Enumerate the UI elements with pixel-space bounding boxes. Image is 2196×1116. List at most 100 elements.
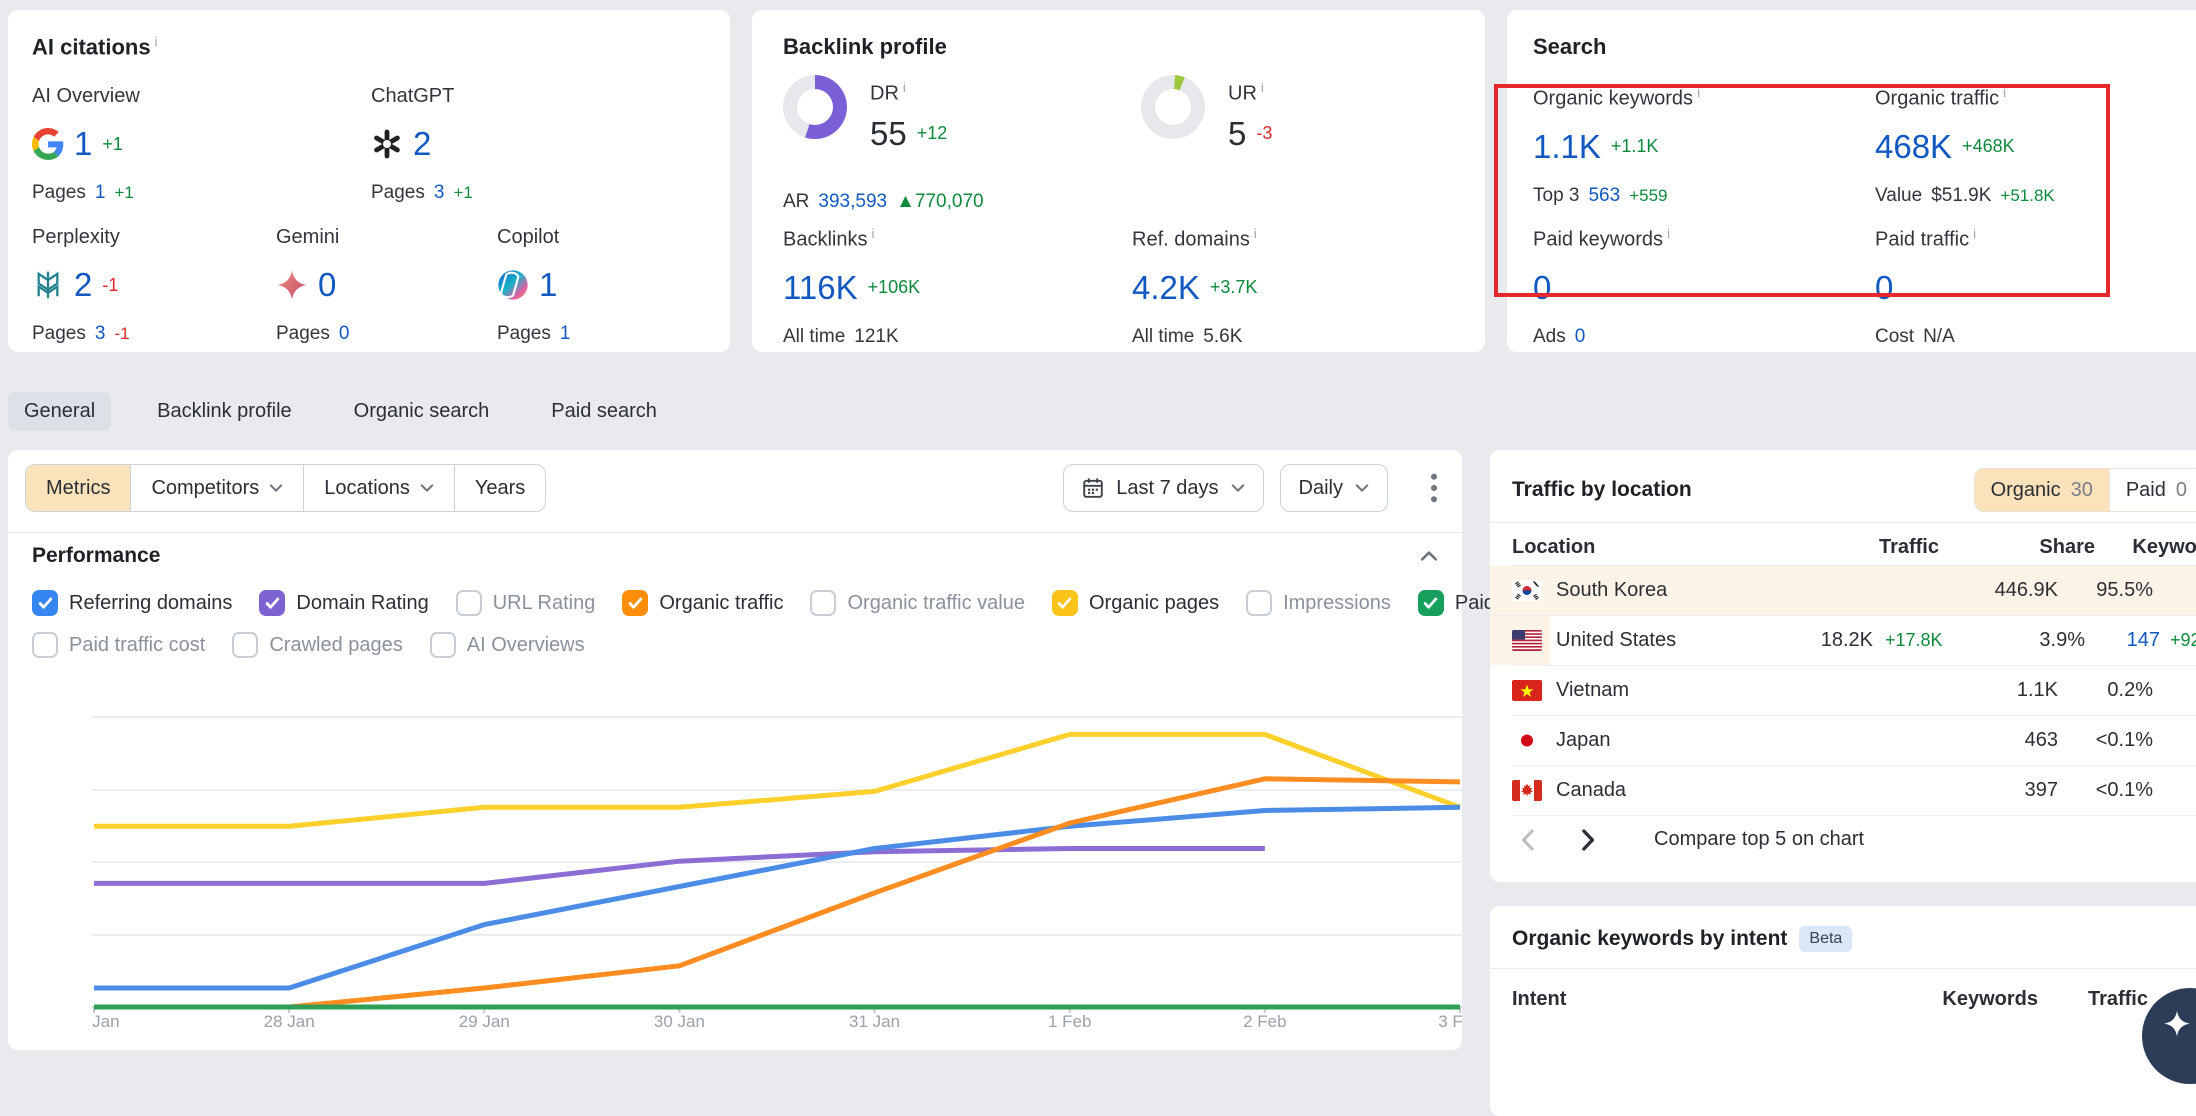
organic-keywords-value[interactable]: 1.1K bbox=[1533, 128, 1601, 166]
pages-count[interactable]: 3 bbox=[434, 182, 445, 204]
location-traffic: 463 bbox=[1928, 729, 2058, 752]
pages-count[interactable]: 1 bbox=[95, 182, 106, 204]
info-icon[interactable]: i bbox=[1261, 80, 1264, 95]
sparkle-icon bbox=[2160, 1008, 2194, 1042]
metric-checkbox-url-rating[interactable]: URL Rating bbox=[456, 590, 596, 616]
paid-traffic-value[interactable]: 0 bbox=[1875, 269, 1893, 307]
location-keywords-link[interactable]: 1K bbox=[2153, 579, 2196, 602]
filter-segment-competitors[interactable]: Competitors bbox=[131, 465, 304, 511]
ref-domains-value[interactable]: 4.2K bbox=[1132, 269, 1200, 307]
info-icon[interactable]: i bbox=[1667, 226, 1670, 241]
metric-checkbox-impressions[interactable]: Impressions bbox=[1246, 590, 1391, 616]
col-keywords[interactable]: Keywords bbox=[2095, 536, 2196, 559]
info-icon[interactable]: i bbox=[155, 34, 158, 49]
pages-count[interactable]: 1 bbox=[560, 323, 571, 345]
paid-keywords-metric: Paid keywordsi 0 Ads 0 bbox=[1533, 226, 1670, 348]
ur-metric: URi 5 -3 bbox=[1228, 80, 1272, 156]
granularity-button[interactable]: Daily bbox=[1280, 464, 1388, 512]
location-keywords-link[interactable]: 147 bbox=[2085, 629, 2160, 652]
toggle-organic[interactable]: Organic 30 bbox=[1975, 469, 2109, 511]
toggle-paid[interactable]: Paid 0 bbox=[2109, 469, 2196, 511]
location-keywords-delta: +92 bbox=[2160, 630, 2196, 651]
metric-checkbox-ai-overviews[interactable]: AI Overviews bbox=[430, 632, 585, 658]
segment-label: Years bbox=[475, 477, 525, 500]
date-range-button[interactable]: Last 7 days bbox=[1063, 464, 1263, 512]
col-location[interactable]: Location bbox=[1512, 536, 1765, 559]
info-icon[interactable]: i bbox=[871, 226, 874, 241]
keywords-by-intent-card: Organic keywords by intent Beta Intent K… bbox=[1490, 906, 2196, 1116]
filter-segment-metrics[interactable]: Metrics bbox=[26, 465, 131, 511]
tab-organic-search[interactable]: Organic search bbox=[338, 392, 506, 431]
info-icon[interactable]: i bbox=[2003, 85, 2006, 100]
ur-value: 5 bbox=[1228, 115, 1246, 153]
location-traffic: 446.9K bbox=[1928, 579, 2058, 602]
x-tick-label: 2 Feb bbox=[1243, 1012, 1286, 1031]
ads-count[interactable]: 0 bbox=[1575, 326, 1586, 348]
metric-checkbox-organic-pages[interactable]: Organic pages bbox=[1052, 590, 1219, 616]
chevron-right-icon[interactable] bbox=[1580, 829, 1596, 851]
checkbox-icon bbox=[430, 632, 456, 658]
metric-checkbox-domain-rating[interactable]: Domain Rating bbox=[259, 590, 428, 616]
pages-count[interactable]: 3 bbox=[95, 323, 106, 345]
metric-checkbox-organic-traffic[interactable]: Organic traffic bbox=[622, 590, 783, 616]
metric-label: Impressions bbox=[1283, 592, 1391, 615]
x-tick-label: 28 Jan bbox=[264, 1012, 315, 1031]
paid-keywords-value[interactable]: 0 bbox=[1533, 269, 1551, 307]
perplexity-count[interactable]: 2 bbox=[74, 266, 92, 304]
openai-icon bbox=[371, 128, 403, 160]
series-referring-domains bbox=[94, 807, 1460, 988]
backlinks-value[interactable]: 116K bbox=[783, 269, 858, 307]
checkbox-icon bbox=[1246, 590, 1272, 616]
location-keywords-link[interactable]: 19 bbox=[2153, 679, 2196, 702]
tab-paid-search[interactable]: Paid search bbox=[535, 392, 673, 431]
location-keywords-link[interactable]: 24 bbox=[2153, 779, 2196, 802]
location-keywords-link[interactable]: 21 bbox=[2153, 729, 2196, 752]
metric-checkbox-paid-traffic-cost[interactable]: Paid traffic cost bbox=[32, 632, 205, 658]
pages-count[interactable]: 0 bbox=[339, 323, 350, 345]
metric-checkbox-crawled-pages[interactable]: Crawled pages bbox=[232, 632, 402, 658]
tab-backlink-profile[interactable]: Backlink profile bbox=[141, 392, 308, 431]
metric-checkbox-organic-traffic-value[interactable]: Organic traffic value bbox=[810, 590, 1025, 616]
metric-label: Paid traffic cost bbox=[69, 634, 205, 657]
gemini-count[interactable]: 0 bbox=[318, 266, 336, 304]
location-pagination: Compare top 5 on chart bbox=[1520, 828, 1864, 851]
col-traffic[interactable]: Traffic bbox=[2038, 988, 2148, 1011]
col-keywords[interactable]: Keywords bbox=[1918, 988, 2038, 1011]
ar-value[interactable]: 393,593 bbox=[818, 191, 887, 213]
compare-top5-link[interactable]: Compare top 5 on chart bbox=[1654, 828, 1864, 851]
traffic-value-usd: $51.9K bbox=[1931, 185, 1991, 207]
copilot-count[interactable]: 1 bbox=[539, 266, 557, 304]
calendar-icon bbox=[1082, 477, 1104, 499]
divider bbox=[1490, 522, 2196, 523]
x-tick-label: 29 Jan bbox=[459, 1012, 510, 1031]
kebab-menu-icon[interactable] bbox=[1430, 473, 1438, 503]
organic-traffic-metric: Organic traffici 468K +468K Value $51.9K… bbox=[1875, 85, 2055, 207]
date-controls: Last 7 days Daily bbox=[1063, 464, 1438, 512]
metric-checkbox-referring-domains[interactable]: Referring domains bbox=[32, 590, 232, 616]
dr-metric: DRi 55 +12 bbox=[870, 80, 947, 156]
metric-label: AI Overviews bbox=[467, 634, 585, 657]
col-intent[interactable]: Intent bbox=[1512, 988, 1918, 1011]
info-icon[interactable]: i bbox=[1254, 226, 1257, 241]
col-traffic[interactable]: Traffic bbox=[1765, 536, 1939, 559]
filter-segment-years[interactable]: Years bbox=[455, 465, 545, 511]
metric-label: Organic traffic value bbox=[847, 592, 1025, 615]
col-share[interactable]: Share bbox=[1939, 536, 2095, 559]
chevron-left-icon[interactable] bbox=[1520, 829, 1536, 851]
tab-general[interactable]: General bbox=[8, 392, 111, 431]
chatgpt-count[interactable]: 2 bbox=[413, 125, 431, 163]
info-icon[interactable]: i bbox=[903, 80, 906, 95]
ai-overview-count[interactable]: 1 bbox=[74, 125, 92, 163]
organic-paid-toggle: Organic 30 Paid 0 bbox=[1974, 468, 2196, 512]
info-icon[interactable]: i bbox=[1697, 85, 1700, 100]
organic-traffic-value[interactable]: 468K bbox=[1875, 128, 1952, 166]
ref-domains-alltime: 5.6K bbox=[1203, 326, 1242, 348]
top3-count[interactable]: 563 bbox=[1588, 185, 1620, 207]
location-table-header: Location Traffic Share Keywords bbox=[1512, 530, 2196, 565]
checkbox-icon bbox=[259, 590, 285, 616]
x-tick-label: 30 Jan bbox=[654, 1012, 705, 1031]
location-traffic: 397 bbox=[1928, 779, 2058, 802]
filter-segment-locations[interactable]: Locations bbox=[304, 465, 455, 511]
collapse-chevron-up-icon[interactable] bbox=[1420, 550, 1438, 562]
info-icon[interactable]: i bbox=[1973, 226, 1976, 241]
